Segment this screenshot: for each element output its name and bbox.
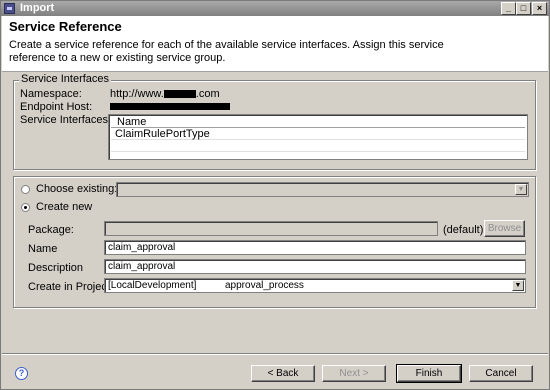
project-select[interactable]: [LocalDevelopment] approval_process ▼ <box>104 278 526 293</box>
service-interfaces-group: Service Interfaces Namespace: http://www… <box>13 73 536 170</box>
chevron-down-icon[interactable]: ▼ <box>512 280 524 291</box>
service-group-options: Choose existing: ▼ Create new Package: (… <box>13 176 536 308</box>
table-row-empty <box>111 141 525 152</box>
package-default-label: (default) <box>443 224 484 236</box>
next-button[interactable]: Next > <box>322 365 386 382</box>
back-button[interactable]: < Back <box>251 365 315 382</box>
title-bar: Import _ □ × <box>1 1 549 16</box>
description-field[interactable]: claim_approval <box>104 259 526 274</box>
create-new-label: Create new <box>36 201 93 213</box>
project-select-value-2: approval_process <box>225 280 304 291</box>
existing-group-select[interactable]: ▼ <box>116 182 529 197</box>
page-description: Create a service reference for each of t… <box>9 39 444 64</box>
choose-existing-label: Choose existing: <box>36 183 118 195</box>
finish-button[interactable]: Finish <box>396 364 462 383</box>
choose-existing-radio[interactable] <box>21 185 30 194</box>
name-field[interactable]: claim_approval <box>104 240 526 255</box>
redacted-mark <box>163 90 196 98</box>
endpoint-host-redacted <box>110 103 230 110</box>
name-label: Name <box>28 243 58 255</box>
package-field[interactable] <box>104 221 438 236</box>
maximize-button[interactable]: □ <box>516 2 531 15</box>
create-in-project-label: Create in Project: <box>28 281 113 293</box>
footer-separator <box>2 353 548 355</box>
table-row[interactable]: ClaimRulePortType <box>111 129 525 140</box>
service-interfaces-table[interactable]: Name ClaimRulePortType <box>108 114 528 160</box>
table-header-name[interactable]: Name <box>111 117 525 128</box>
description-label: Description <box>28 262 84 274</box>
namespace-value: http://www. .com <box>110 88 220 100</box>
app-icon <box>4 3 15 14</box>
import-dialog: Import _ □ × Service Reference Create a … <box>0 0 550 390</box>
browse-button[interactable]: Browse <box>484 220 525 237</box>
namespace-label: Namespace: <box>20 88 82 100</box>
minimize-button[interactable]: _ <box>501 2 516 15</box>
cancel-button[interactable]: Cancel <box>469 365 533 382</box>
package-label: Package: <box>28 224 74 236</box>
close-button[interactable]: × <box>532 2 547 15</box>
project-select-value: [LocalDevelopment] <box>108 280 197 291</box>
page-title: Service Reference <box>9 19 122 34</box>
wizard-body: Service Interfaces Namespace: http://www… <box>2 73 548 353</box>
create-new-radio[interactable] <box>21 203 30 212</box>
help-icon[interactable]: ? <box>15 367 28 380</box>
endpoint-host-label: Endpoint Host: <box>20 101 93 113</box>
wizard-header: Service Reference Create a service refer… <box>2 16 548 72</box>
service-interfaces-legend: Service Interfaces <box>19 73 112 85</box>
window-title: Import <box>20 2 55 14</box>
chevron-down-icon[interactable]: ▼ <box>515 184 527 195</box>
service-interfaces-label: Service Interfaces: <box>20 114 112 126</box>
